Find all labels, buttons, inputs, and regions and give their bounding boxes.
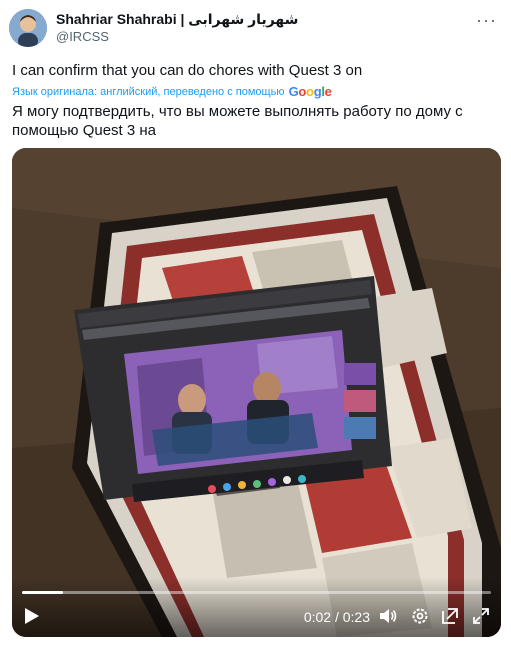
google-logo: Google [288,84,332,99]
duration: 0:23 [342,609,370,625]
avatar[interactable] [9,9,47,47]
video-frame [12,148,501,637]
volume-icon[interactable] [378,606,398,626]
pip-icon[interactable] [440,606,460,626]
author-handle[interactable]: @IRCSS [56,29,109,44]
progress-bar[interactable] [22,591,491,594]
play-icon[interactable] [24,607,40,625]
tweet-card: Shahriar Shahrabi | شهریار شهرابی @IRCSS… [0,0,511,649]
passthrough-browser-window [74,276,392,502]
time-separator: / [331,609,343,625]
tweet-text: I can confirm that you can do chores wit… [12,62,363,79]
translation-attribution[interactable]: Язык оригинала: английский, переведено с… [12,84,332,99]
video-time: 0:02 / 0:23 [304,609,370,625]
video-controls: 0:02 / 0:23 [12,577,501,637]
translation-note[interactable]: Язык оригинала: английский, переведено с… [12,86,285,98]
progress-fill [22,591,63,594]
author-name-row[interactable]: Shahriar Shahrabi | شهریار شهرابی [56,11,298,28]
video-player[interactable]: 0:02 / 0:23 [12,148,501,637]
gear-icon[interactable] [410,606,430,626]
avatar-image [9,9,47,47]
more-horizontal-icon[interactable]: ··· [476,10,497,31]
translated-text: Я могу подтвердить, что вы можете выполн… [12,103,463,139]
current-time: 0:02 [303,609,332,625]
fullscreen-icon[interactable] [471,606,491,626]
author-display-name[interactable]: Shahriar Shahrabi | شهریار شهرابی [56,11,298,28]
